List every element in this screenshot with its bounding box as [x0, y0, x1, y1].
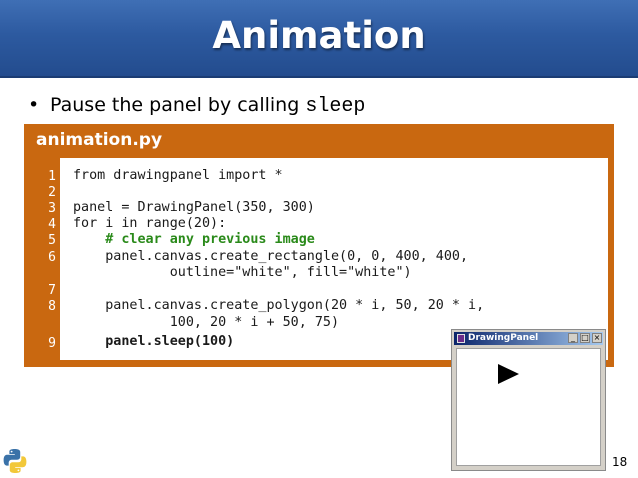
drawing-panel-window: DrawingPanel _ □ × — [451, 329, 606, 471]
bullet-code-sleep: sleep — [305, 95, 366, 118]
code-line: panel.canvas.create_polygon(20 * i, 50, … — [73, 298, 485, 313]
slide-title: Animation — [212, 14, 426, 57]
code-comment-line: # clear any previous image — [73, 232, 315, 247]
bullet-dot-icon: • — [28, 94, 40, 116]
code-line-continuation: 100, 20 * i + 50, 75) — [73, 315, 340, 330]
line-number: 4 — [48, 217, 56, 232]
drawing-canvas — [456, 348, 601, 466]
line-number: 9 — [48, 336, 56, 351]
bullet-text: Pause the panel by calling — [50, 94, 306, 116]
bullet-item: • Pause the panel by calling sleep — [28, 94, 365, 118]
maximize-button[interactable]: □ — [580, 333, 590, 343]
line-number: 3 — [48, 201, 56, 216]
window-titlebar[interactable]: DrawingPanel _ □ × — [454, 332, 603, 345]
line-number: 6 — [48, 250, 56, 265]
line-number: 5 — [48, 233, 56, 248]
code-line: panel = DrawingPanel(350, 300) — [73, 200, 315, 215]
line-number: 1 — [48, 169, 56, 184]
line-number: 7 — [48, 283, 56, 298]
window-app-icon — [457, 334, 465, 343]
python-logo-icon — [3, 449, 27, 473]
close-button[interactable]: × — [592, 333, 602, 343]
canvas-drawing — [498, 364, 519, 384]
code-filename: animation.py — [36, 130, 163, 150]
triangle-shape — [498, 364, 519, 384]
code-line-continuation: outline="white", fill="white") — [73, 265, 412, 280]
slide-title-bar: Animation — [0, 0, 638, 78]
line-number: 8 — [48, 299, 56, 314]
code-line: from drawingpanel import * — [73, 168, 283, 183]
page-number: 18 — [612, 455, 628, 469]
minimize-button[interactable]: _ — [568, 333, 578, 343]
line-number: 2 — [48, 185, 56, 200]
code-line: panel.canvas.create_rectangle(0, 0, 400,… — [73, 249, 469, 264]
window-title: DrawingPanel — [468, 333, 539, 343]
code-line: for i in range(20): — [73, 216, 227, 231]
code-line-highlighted: panel.sleep(100) — [73, 334, 235, 349]
